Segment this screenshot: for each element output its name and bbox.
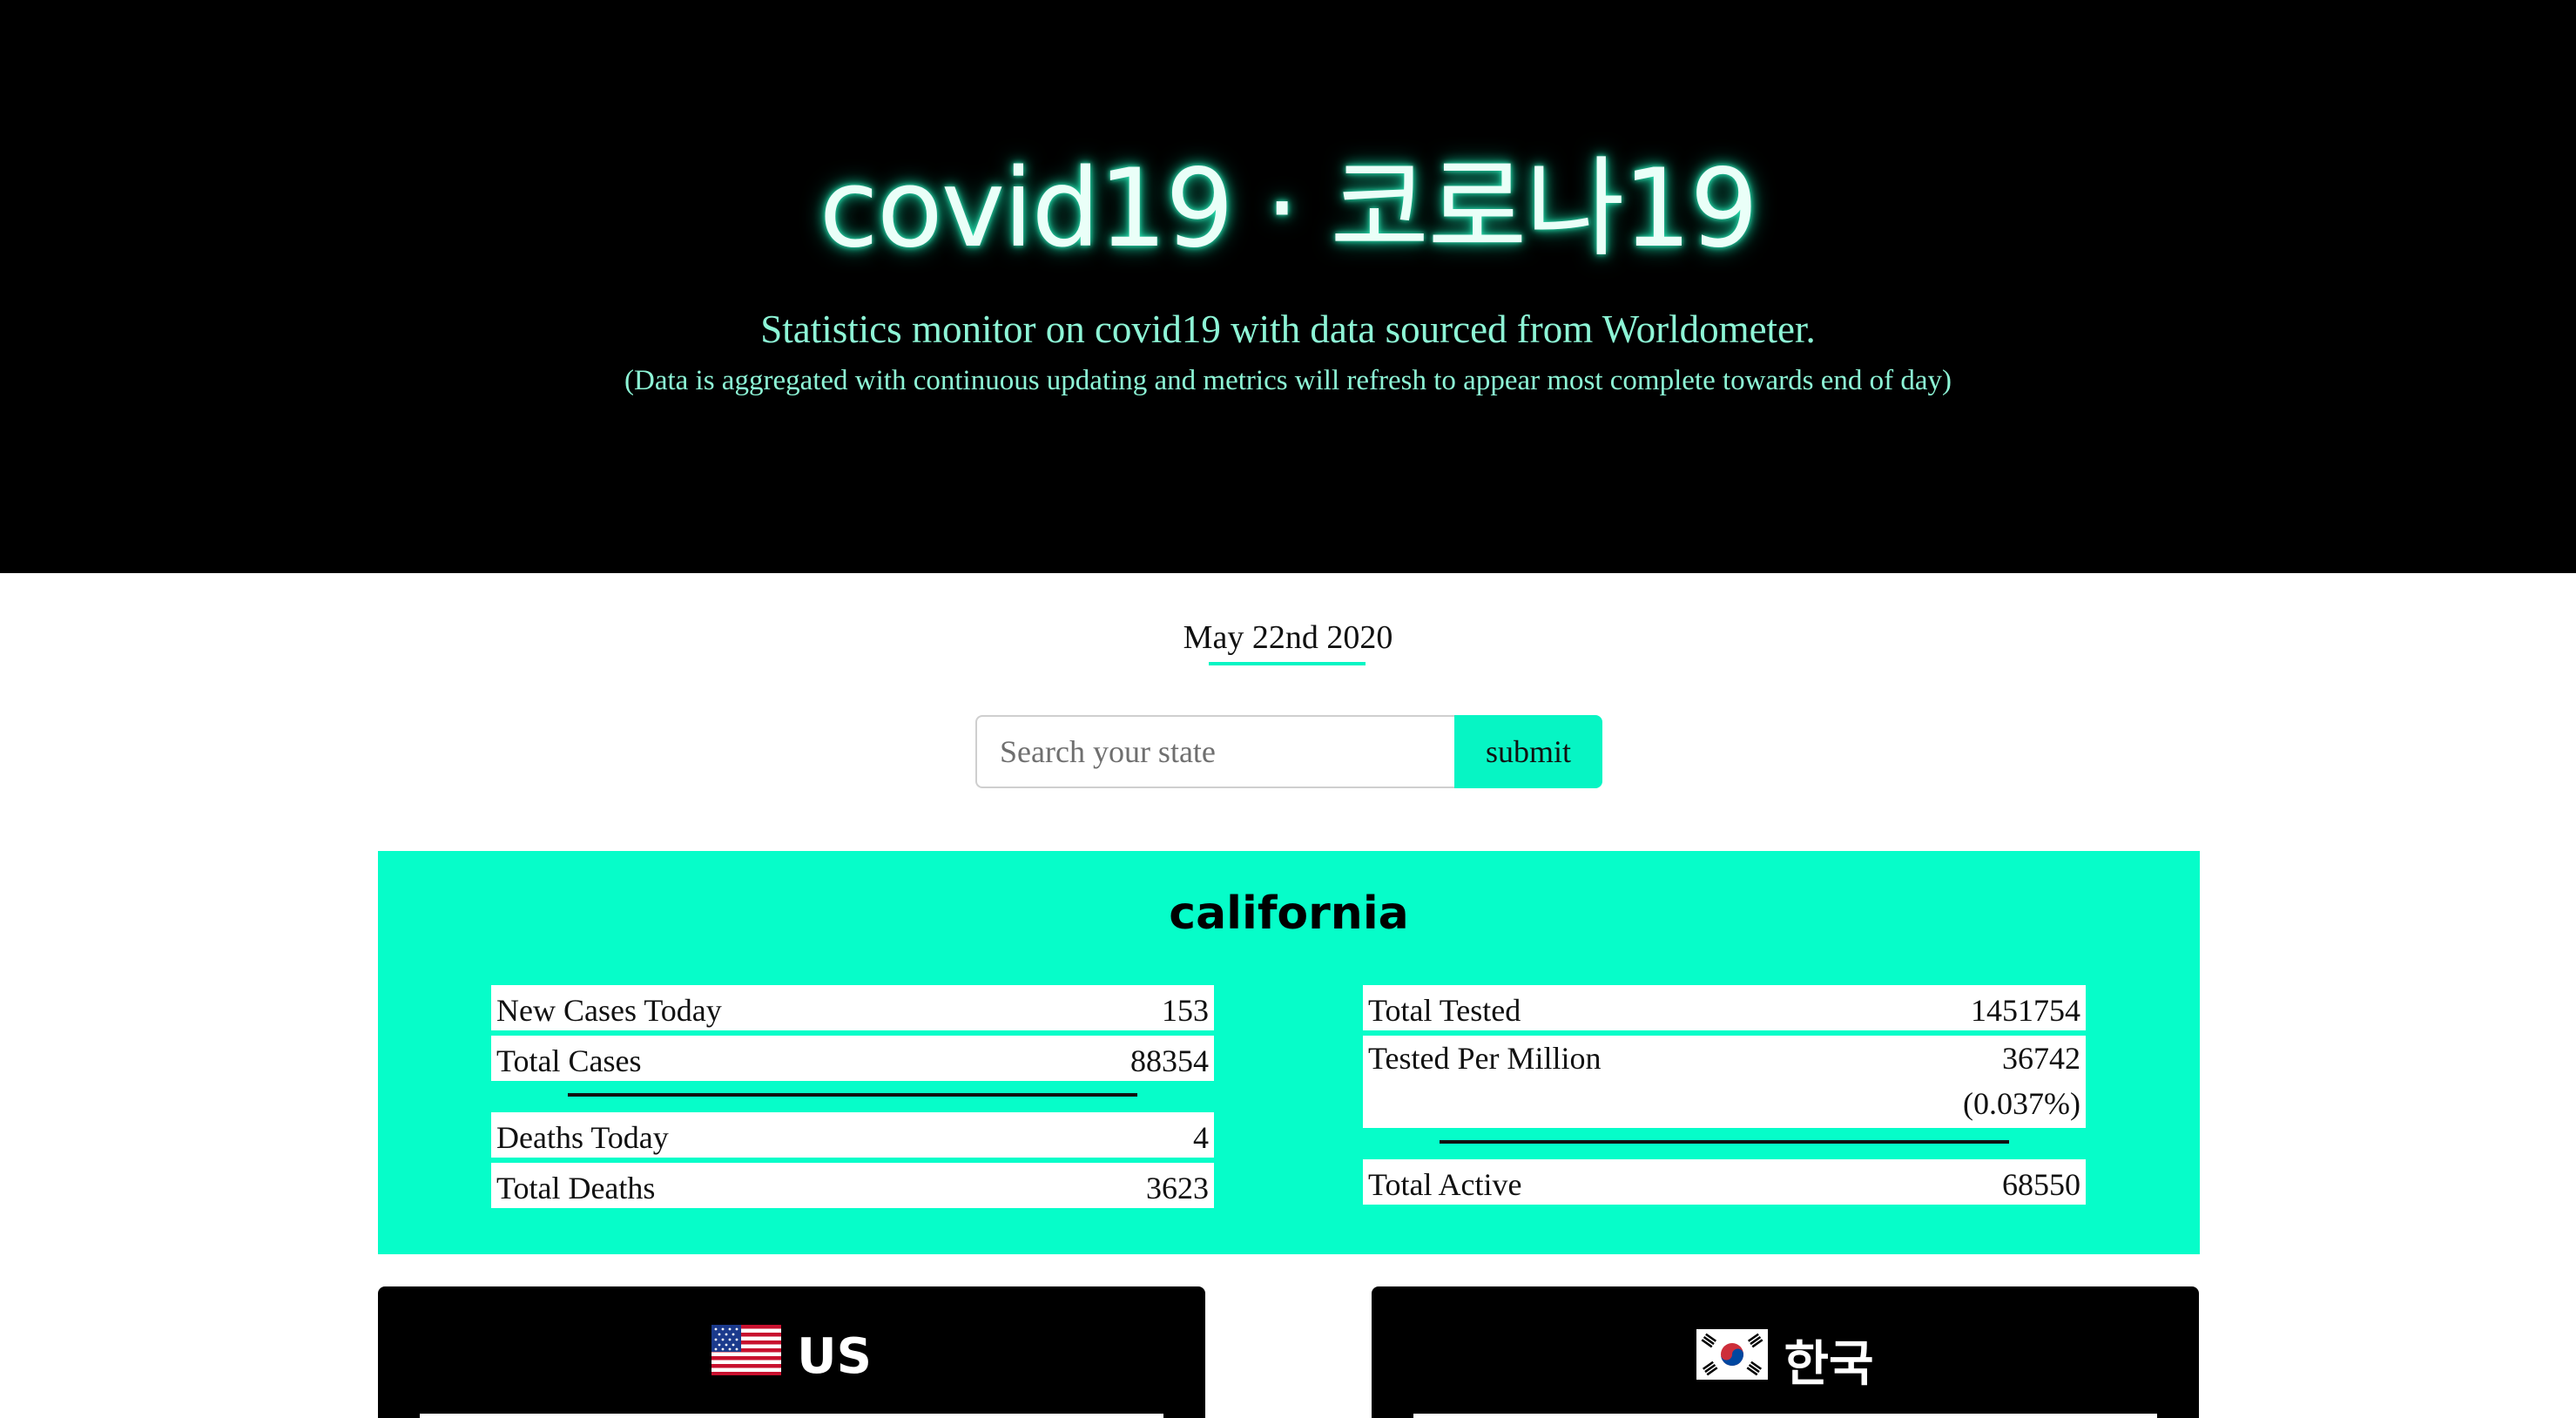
stat-new-cases-today: New Cases Today 153 [491, 985, 1214, 1030]
testing-active-column: Total Tested 1451754 Tested Per Million … [1363, 985, 2086, 1210]
country-name: US [797, 1327, 872, 1385]
us-flag-icon [711, 1325, 782, 1388]
country-card-header: 한국 [1372, 1325, 2199, 1395]
state-stats-panel: california New Cases Today 153 Total Cas… [378, 851, 2200, 1254]
stat-label: Total Cases [496, 1043, 642, 1078]
stat-value: 3623 [1146, 1171, 1209, 1205]
stat-value: 4 [1193, 1120, 1209, 1155]
stat-value: 36742 [2002, 1041, 2080, 1076]
country-card-korea: 한국 [1372, 1286, 2199, 1418]
stat-total-tested: Total Tested 1451754 [1363, 985, 2086, 1030]
stat-label: Deaths Today [496, 1120, 669, 1155]
stat-total-deaths: Total Deaths 3623 [491, 1163, 1214, 1208]
stat-value: 1451754 [1971, 993, 2080, 1028]
page-subtitle: Statistics monitor on covid19 with data … [760, 307, 1816, 351]
submit-button[interactable]: submit [1454, 715, 1602, 788]
cases-deaths-column: New Cases Today 153 Total Cases 88354 De… [491, 985, 1214, 1213]
hero-header: covid19 · 코로나19 Statistics monitor on co… [0, 0, 2576, 573]
country-card-us: US [378, 1286, 1205, 1418]
card-divider [420, 1414, 1163, 1418]
kr-flag-icon [1696, 1328, 1769, 1392]
stat-value: 88354 [1130, 1043, 1209, 1078]
country-name: 한국 [1784, 1336, 1874, 1393]
stat-label: Total Deaths [496, 1171, 656, 1205]
stat-value: 153 [1162, 993, 1209, 1028]
stat-deaths-today: Deaths Today 4 [491, 1112, 1214, 1158]
card-divider [1413, 1414, 2157, 1418]
stat-total-active: Total Active 68550 [1363, 1159, 2086, 1205]
state-search-form: submit [975, 715, 1602, 788]
state-search-input[interactable] [975, 715, 1454, 788]
stat-label: Total Tested [1368, 993, 1521, 1028]
stat-tested-per-million: Tested Per Million 36742 (0.037%) [1363, 1036, 2086, 1128]
stat-label: New Cases Today [496, 993, 722, 1028]
state-name: california [1169, 888, 1409, 940]
page-note: (Data is aggregated with continuous upda… [624, 365, 1952, 396]
stat-label: Total Active [1368, 1167, 1522, 1202]
stat-value-stack: 36742 (0.037%) [1963, 1036, 2080, 1126]
report-date: May 22nd 2020 [1183, 619, 1393, 656]
stat-value: 68550 [2002, 1167, 2080, 1202]
page-title: covid19 · 코로나19 [819, 146, 1759, 272]
stat-label: Tested Per Million [1368, 1041, 1602, 1076]
stat-total-cases: Total Cases 88354 [491, 1036, 1214, 1081]
date-underline [1209, 662, 1366, 665]
section-divider [568, 1093, 1137, 1097]
section-divider [1440, 1140, 2009, 1144]
stat-percent: (0.037%) [1963, 1086, 2080, 1121]
country-card-header: US [378, 1325, 1205, 1388]
